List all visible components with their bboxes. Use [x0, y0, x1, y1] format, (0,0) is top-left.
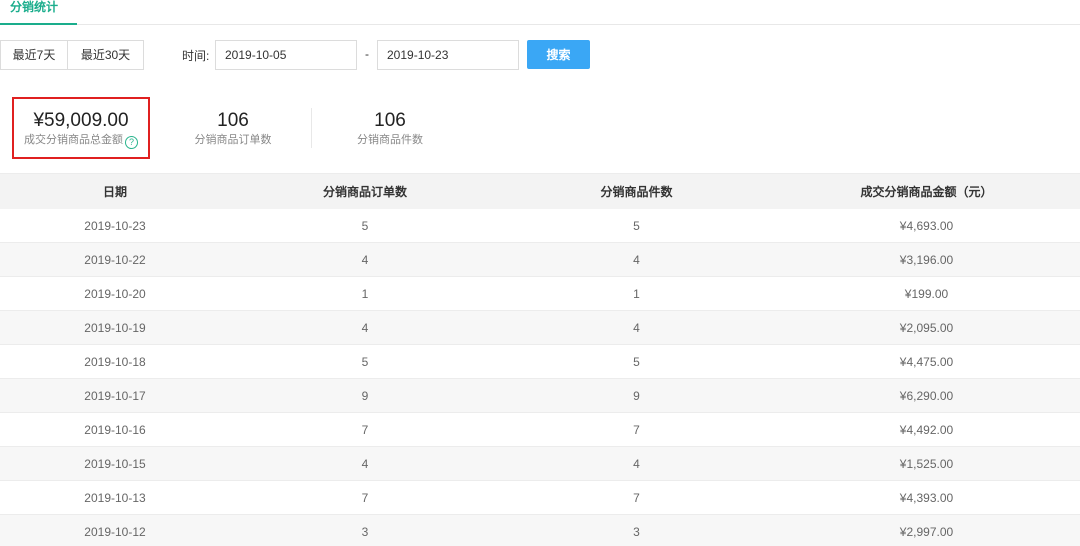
cell-item-count: 9 [633, 389, 640, 403]
cell-amount: ¥4,492.00 [899, 423, 954, 437]
cell-item-count: 1 [633, 287, 640, 301]
table-row: 2019-10-15 4 4 ¥1,525.00 [0, 447, 1080, 481]
cell-date: 2019-10-17 [84, 389, 146, 403]
date-separator: - [365, 47, 369, 61]
cell-amount: ¥2,095.00 [899, 321, 954, 335]
stat-order-count: 106 分销商品订单数 [183, 110, 283, 147]
start-date-input[interactable] [215, 40, 357, 70]
table-row: 2019-10-18 5 5 ¥4,475.00 [0, 345, 1080, 379]
cell-order-count: 3 [361, 525, 369, 539]
cell-order-count: 7 [361, 491, 369, 505]
table-row: 2019-10-13 7 7 ¥4,393.00 [0, 481, 1080, 515]
stat-value: 106 [374, 110, 406, 131]
cell-date: 2019-10-23 [84, 219, 146, 233]
stat-divider [311, 108, 312, 148]
cell-date: 2019-10-12 [84, 525, 146, 539]
table-header: 日期 分销商品订单数 分销商品件数 成交分销商品金额（元） [0, 173, 1080, 209]
cell-order-count: 9 [361, 389, 369, 403]
cell-amount: ¥199.00 [904, 287, 949, 301]
header-item-count: 分销商品件数 [600, 185, 673, 199]
cell-item-count: 4 [633, 457, 640, 471]
end-date-input[interactable] [377, 40, 519, 70]
cell-order-count: 5 [361, 355, 369, 369]
stats-table: 日期 分销商品订单数 分销商品件数 成交分销商品金额（元） 2019-10-23… [0, 173, 1080, 546]
cell-item-count: 5 [633, 219, 640, 233]
cell-date: 2019-10-15 [84, 457, 146, 471]
date-range-presets: 最近7天 最近30天 [0, 40, 144, 70]
cell-amount: ¥3,196.00 [899, 253, 954, 267]
last-7-days-button[interactable]: 最近7天 [0, 40, 68, 70]
table-row: 2019-10-12 3 3 ¥2,997.00 [0, 515, 1080, 546]
time-label: 时间: [182, 49, 210, 63]
header-date: 日期 [102, 185, 127, 199]
table-row: 2019-10-22 4 4 ¥3,196.00 [0, 243, 1080, 277]
cell-amount: ¥6,290.00 [899, 389, 954, 403]
cell-item-count: 4 [633, 321, 640, 335]
cell-order-count: 4 [361, 253, 369, 267]
header-order-count: 分销商品订单数 [322, 185, 407, 199]
cell-order-count: 4 [361, 321, 369, 335]
cell-item-count: 4 [633, 253, 640, 267]
stat-value: ¥59,009.00 [33, 110, 129, 131]
cell-date: 2019-10-13 [84, 491, 146, 505]
header-amount: 成交分销商品金额（元） [860, 185, 993, 199]
stat-item-count: 106 分销商品件数 [340, 110, 440, 147]
cell-amount: ¥1,525.00 [899, 457, 954, 471]
cell-order-count: 4 [361, 457, 369, 471]
cell-order-count: 7 [361, 423, 369, 437]
stat-total-amount: ¥59,009.00 成交分销商品总金额? [14, 110, 148, 149]
stat-value: 106 [217, 110, 249, 131]
cell-item-count: 5 [633, 355, 640, 369]
table-row: 2019-10-23 5 5 ¥4,693.00 [0, 209, 1080, 243]
stat-label-text: 成交分销商品总金额 [24, 134, 123, 146]
cell-item-count: 7 [633, 491, 640, 505]
stat-label: 成交分销商品总金额? [14, 133, 148, 149]
cell-date: 2019-10-19 [84, 321, 146, 335]
table-row: 2019-10-16 7 7 ¥4,492.00 [0, 413, 1080, 447]
tab-distribution-stats[interactable]: 分销统计 [0, 0, 77, 25]
last-30-days-button[interactable]: 最近30天 [67, 40, 144, 70]
cell-date: 2019-10-18 [84, 355, 146, 369]
cell-date: 2019-10-20 [84, 287, 146, 301]
cell-order-count: 1 [361, 287, 369, 301]
cell-amount: ¥4,393.00 [899, 491, 954, 505]
question-circle-icon[interactable]: ? [125, 136, 138, 149]
table-row: 2019-10-17 9 9 ¥6,290.00 [0, 379, 1080, 413]
table-row: 2019-10-19 4 4 ¥2,095.00 [0, 311, 1080, 345]
search-button[interactable]: 搜索 [527, 40, 590, 69]
table-body: 2019-10-23 5 5 ¥4,693.00 2019-10-22 4 4 ¥3,196.… [0, 209, 1080, 546]
cell-amount: ¥2,997.00 [899, 525, 954, 539]
stat-label: 分销商品订单数 [194, 134, 272, 146]
stat-label: 分销商品件数 [357, 134, 423, 146]
cell-amount: ¥4,693.00 [899, 219, 954, 233]
cell-item-count: 7 [633, 423, 640, 437]
cell-item-count: 3 [633, 525, 640, 539]
cell-date: 2019-10-22 [84, 253, 146, 267]
table-row: 2019-10-20 1 1 ¥199.00 [0, 277, 1080, 311]
cell-date: 2019-10-16 [84, 423, 146, 437]
cell-order-count: 5 [361, 219, 369, 233]
tab-bar: 分销统计 [0, 0, 1080, 25]
cell-amount: ¥4,475.00 [899, 355, 954, 369]
